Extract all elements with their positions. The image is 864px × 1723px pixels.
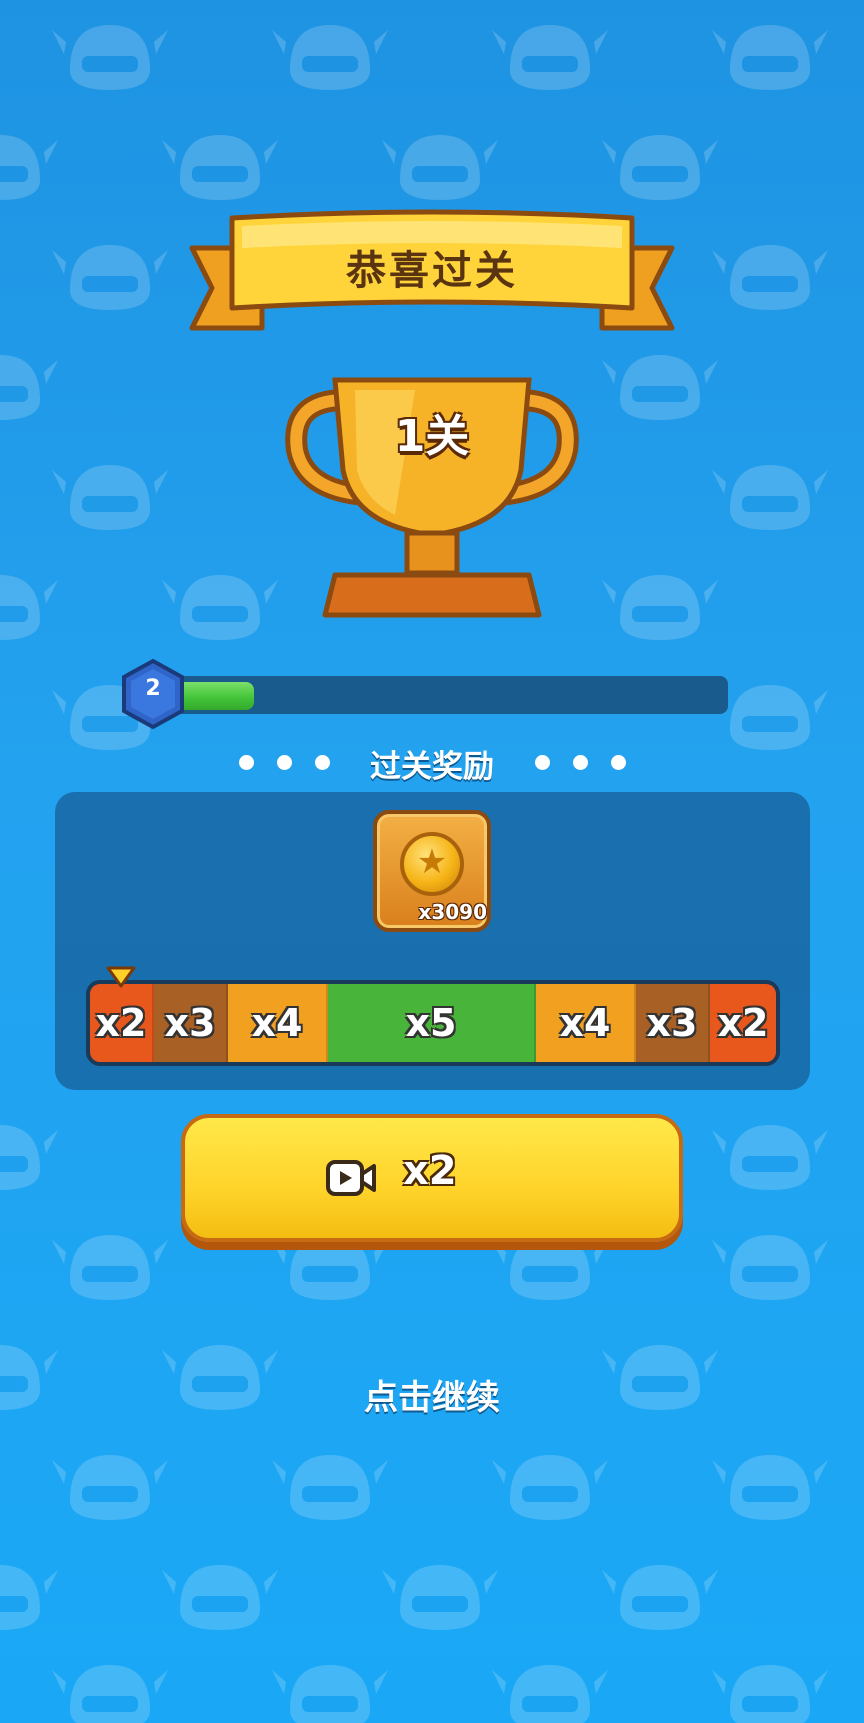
- level-badge-number: 2: [145, 676, 161, 701]
- multiplier-segment: x2: [90, 984, 154, 1062]
- multiplier-segment: x4: [228, 984, 328, 1062]
- decor-dot: [611, 755, 626, 770]
- ad-button-label: x2: [403, 1148, 457, 1194]
- decor-dot: [573, 755, 588, 770]
- reward-item: ★ x3090: [373, 810, 491, 932]
- level-progress-bar: [160, 676, 728, 714]
- multiplier-segment: x3: [154, 984, 228, 1062]
- decor-dot: [277, 755, 292, 770]
- multiplier-segment: x5: [328, 984, 536, 1062]
- multiplier-segment: x2: [710, 984, 776, 1062]
- trophy-level-label: 1关: [394, 411, 470, 462]
- reward-header: 过关奖励: [370, 749, 494, 785]
- coin-icon: ★: [400, 832, 464, 896]
- tap-to-continue[interactable]: 点击继续: [0, 1370, 864, 1419]
- multiplier-bar: x2 x3 x4 x5 x4 x3 x2: [86, 980, 780, 1066]
- star-icon: ★: [416, 842, 448, 882]
- decor-dot: [315, 755, 330, 770]
- watch-ad-double-button[interactable]: x2: [181, 1114, 683, 1242]
- multiplier-segment: x3: [636, 984, 710, 1062]
- decor-dot: [239, 755, 254, 770]
- multiplier-pointer-icon: [106, 966, 136, 988]
- decor-dot: [535, 755, 550, 770]
- multiplier-segment: x4: [536, 984, 636, 1062]
- page-title: 恭喜过关: [346, 248, 518, 294]
- reward-amount: x3090: [418, 900, 487, 924]
- video-ad-icon: [326, 1160, 376, 1196]
